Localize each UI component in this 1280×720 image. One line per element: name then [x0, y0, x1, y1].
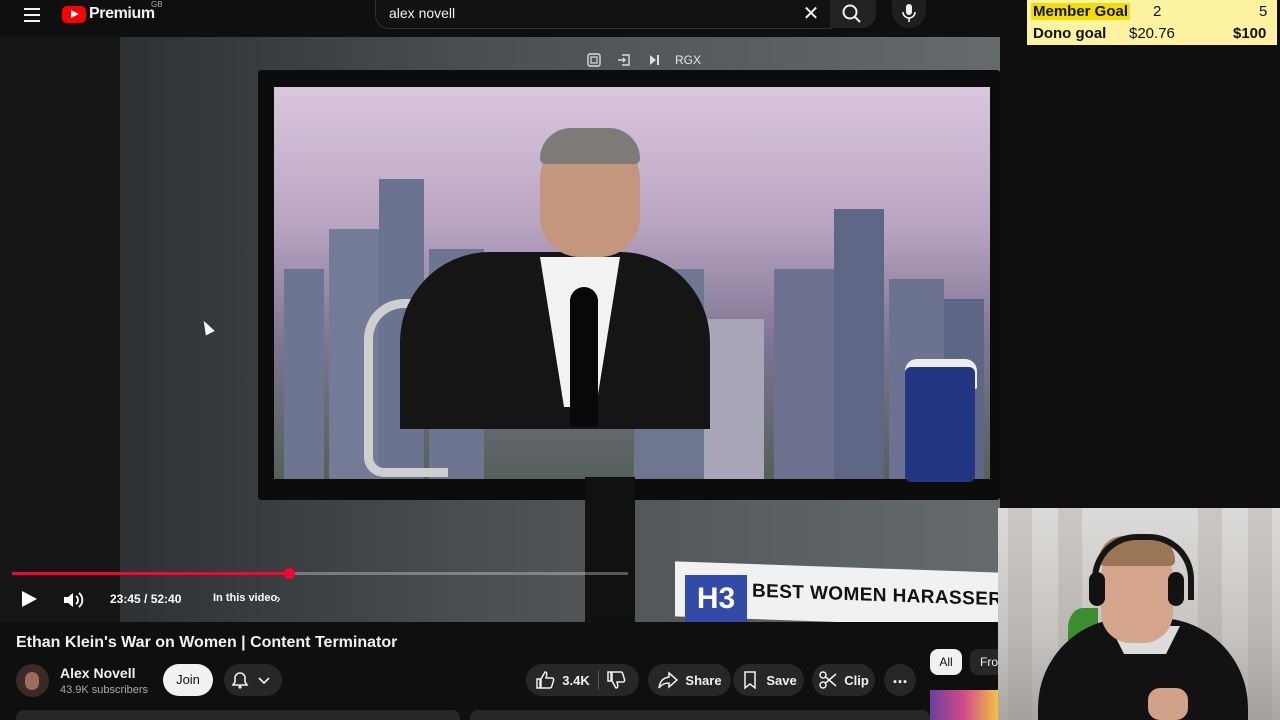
member-goal-row: Member Goal 2 5 — [1031, 1, 1273, 23]
like-dislike-group: 3.4K — [526, 664, 639, 696]
bookmark-icon — [744, 671, 757, 690]
chevron-right-icon[interactable]: › — [276, 590, 281, 606]
progress-played — [12, 572, 290, 575]
video-title: Ethan Klein's War on Women | Content Ter… — [16, 634, 398, 651]
share-icon — [658, 671, 679, 689]
channel-name[interactable]: Alex Novell — [60, 665, 135, 681]
webcam-overlay — [998, 508, 1280, 720]
region-label: GB — [151, 0, 163, 9]
like-count: 3.4K — [562, 672, 590, 688]
miniplayer-icon[interactable] — [585, 51, 603, 69]
clip-label: Clip — [844, 672, 869, 688]
progress-bar[interactable] — [12, 568, 628, 579]
notification-button[interactable] — [224, 664, 282, 696]
shaker-bottle — [905, 367, 975, 482]
hamburger-icon — [24, 8, 40, 10]
dono-goal-current: $20.76 — [1129, 25, 1175, 42]
dono-goal-label: Dono goal — [1033, 25, 1107, 42]
play-icon[interactable] — [22, 591, 37, 607]
youtube-logo-icon — [62, 5, 86, 23]
search-input[interactable]: alex novell — [375, 0, 832, 29]
share-label: Share — [685, 672, 722, 688]
dono-goal-target: $100 — [1233, 25, 1267, 42]
search-button[interactable] — [830, 0, 876, 28]
open-external-icon[interactable] — [615, 51, 633, 69]
voice-search-button[interactable] — [892, 0, 926, 28]
member-goal-label: Member Goal — [1031, 3, 1131, 20]
microphone-icon — [902, 4, 916, 22]
description-box-edge — [16, 710, 460, 720]
in-this-video-button[interactable]: In this video — [213, 592, 277, 604]
thumbs-up-icon — [536, 671, 555, 689]
dono-goal-row: Dono goal $20.76 $100 — [1033, 23, 1273, 45]
join-button[interactable]: Join — [163, 664, 213, 696]
chevron-down-icon — [258, 677, 270, 685]
related-video-thumbnail[interactable] — [930, 690, 998, 720]
scissors-icon — [819, 671, 837, 689]
clip-button[interactable]: Clip — [812, 664, 875, 696]
member-goal-target: 5 — [1259, 3, 1268, 20]
member-goal-current: 2 — [1153, 3, 1162, 20]
comment-box-edge — [470, 710, 930, 720]
host-figure — [370, 128, 710, 429]
subscriber-count: 43.9K subscribers — [60, 684, 149, 696]
logo-text: Premium — [89, 5, 155, 22]
time-display: 23:45 / 52:40 — [110, 592, 182, 606]
chip-all[interactable]: All — [930, 649, 962, 675]
like-button[interactable]: 3.4K — [526, 664, 598, 696]
share-button[interactable]: Share — [648, 664, 731, 696]
search-query[interactable]: alex novell — [389, 5, 455, 21]
volume-icon[interactable] — [62, 590, 86, 610]
monitor-stand — [585, 477, 635, 622]
stream-goals-overlay: Member Goal 2 5 Dono goal $20.76 $100 — [1027, 0, 1277, 45]
sign-h3-logo: H3 — [685, 575, 747, 622]
skip-next-icon[interactable] — [645, 51, 663, 69]
search-icon — [842, 4, 861, 23]
youtube-premium-logo[interactable]: Premium — [62, 3, 155, 25]
microphone-prop — [570, 287, 598, 427]
thumbs-down-icon — [607, 671, 626, 689]
video-player[interactable]: H3 BEST WOMEN HARASSER — [0, 37, 1000, 622]
save-label: Save — [766, 672, 797, 688]
save-button[interactable]: Save — [733, 664, 804, 696]
menu-button[interactable] — [20, 3, 46, 27]
bell-icon — [231, 672, 270, 689]
dislike-button[interactable] — [599, 664, 639, 696]
rgx-label[interactable]: RGX — [675, 53, 701, 67]
clear-search-icon[interactable]: ✕ — [800, 3, 822, 25]
player-top-toolbar: RGX — [585, 51, 701, 69]
more-actions-button[interactable]: ... — [884, 664, 916, 696]
channel-avatar[interactable] — [16, 664, 49, 697]
